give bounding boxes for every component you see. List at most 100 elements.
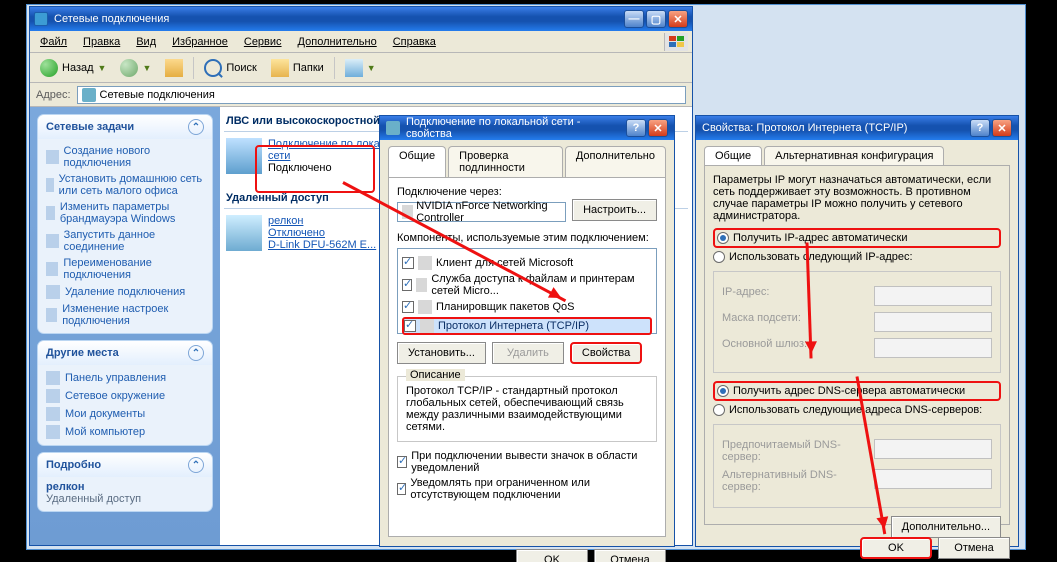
qos-icon bbox=[418, 300, 432, 314]
radio-dns-auto[interactable]: Получить адрес DNS-сервера автоматически bbox=[713, 381, 1001, 401]
menu-advanced[interactable]: Дополнительно bbox=[292, 34, 383, 50]
places-title: Другие места bbox=[46, 347, 119, 359]
task-settings[interactable]: Изменение настроек подключения bbox=[46, 303, 204, 327]
lan-cfg-icon bbox=[386, 121, 400, 135]
radio-icon[interactable] bbox=[713, 404, 725, 416]
protocol-icon bbox=[420, 319, 434, 333]
search-button[interactable]: Поиск bbox=[200, 56, 260, 80]
dun-dev[interactable]: D-Link DFU-562M E... bbox=[268, 239, 376, 251]
radio-icon[interactable] bbox=[717, 232, 729, 244]
tab-general[interactable]: Общие bbox=[704, 146, 762, 165]
cancel-button[interactable]: Отмена bbox=[938, 537, 1010, 559]
tab-advanced[interactable]: Дополнительно bbox=[565, 146, 666, 177]
documents-icon bbox=[46, 407, 60, 421]
install-button[interactable]: Установить... bbox=[397, 342, 486, 364]
checkbox-icon[interactable] bbox=[397, 483, 406, 495]
task-delete[interactable]: Удаление подключения bbox=[46, 285, 204, 299]
help-button[interactable]: ? bbox=[626, 119, 646, 137]
menu-fav[interactable]: Избранное bbox=[166, 34, 234, 50]
collapse-icon[interactable]: ⌃ bbox=[188, 345, 204, 361]
radio-icon[interactable] bbox=[717, 385, 729, 397]
folder-icon bbox=[271, 59, 289, 77]
up-button[interactable] bbox=[161, 56, 187, 80]
connect-via-label: Подключение через: bbox=[397, 186, 502, 198]
separator bbox=[334, 57, 335, 79]
task-start[interactable]: Запустить данное соединение bbox=[46, 229, 204, 253]
ok-button[interactable]: OK bbox=[860, 537, 932, 559]
checkbox-icon[interactable] bbox=[404, 320, 416, 332]
dns1-field bbox=[874, 439, 992, 459]
radio-ip-auto[interactable]: Получить IP-адрес автоматически bbox=[713, 228, 1001, 248]
component-fileshare[interactable]: Служба доступа к файлам и принтерам сете… bbox=[402, 273, 652, 297]
menu-tools[interactable]: Сервис bbox=[238, 34, 288, 50]
tab-auth[interactable]: Проверка подлинности bbox=[448, 146, 563, 177]
control-panel-icon bbox=[46, 371, 60, 385]
checkbox-icon[interactable] bbox=[402, 279, 412, 291]
properties-button[interactable]: Свойства bbox=[570, 342, 642, 364]
details-title: Подробно bbox=[46, 459, 101, 471]
ok-button[interactable]: OK bbox=[516, 549, 588, 562]
tab-altconfig[interactable]: Альтернативная конфигурация bbox=[764, 146, 944, 165]
back-button[interactable]: Назад ▼ bbox=[36, 56, 110, 80]
collapse-icon[interactable]: ⌃ bbox=[188, 119, 204, 135]
views-icon bbox=[345, 59, 363, 77]
toolbar: Назад ▼ ▼ Поиск Папки bbox=[30, 53, 692, 83]
task-firewall[interactable]: Изменить параметры брандмауэра Windows bbox=[46, 201, 204, 225]
close-button[interactable]: ✕ bbox=[992, 119, 1012, 137]
rename-icon bbox=[46, 262, 58, 276]
configure-button[interactable]: Настроить... bbox=[572, 199, 657, 221]
mask-label: Маска подсети: bbox=[722, 312, 862, 332]
maximize-button[interactable]: ▢ bbox=[646, 10, 666, 28]
address-field[interactable]: Сетевые подключения bbox=[77, 86, 686, 104]
forward-button[interactable]: ▼ bbox=[116, 56, 155, 80]
place-docs[interactable]: Мои документы bbox=[46, 407, 204, 421]
checkbox-icon[interactable] bbox=[402, 301, 414, 313]
menu-bar: Файл Правка Вид Избранное Сервис Дополни… bbox=[30, 31, 692, 53]
dun-link-l2[interactable]: Отключено bbox=[268, 227, 325, 239]
chk-tray[interactable]: При подключении вывести значок в области… bbox=[397, 450, 657, 474]
menu-help[interactable]: Справка bbox=[387, 34, 442, 50]
mask-field bbox=[874, 312, 992, 332]
component-tcpip[interactable]: Протокол Интернета (TCP/IP) bbox=[402, 317, 652, 335]
dialog-titlebar[interactable]: Свойства: Протокол Интернета (TCP/IP) ? … bbox=[696, 116, 1018, 140]
checkbox-icon[interactable] bbox=[402, 257, 414, 269]
gw-field bbox=[874, 338, 992, 358]
dns1-label: Предпочитаемый DNS-сервер: bbox=[722, 439, 862, 463]
checkbox-icon[interactable] bbox=[397, 456, 407, 468]
lan-link-l2[interactable]: сети bbox=[268, 150, 290, 162]
lan-icon bbox=[226, 138, 262, 174]
minimize-button[interactable]: — bbox=[624, 10, 644, 28]
close-button[interactable]: ✕ bbox=[648, 119, 668, 137]
radio-icon[interactable] bbox=[713, 251, 725, 263]
place-control-panel[interactable]: Панель управления bbox=[46, 371, 204, 385]
tab-general[interactable]: Общие bbox=[388, 146, 446, 177]
connection-properties-dialog: Подключение по локальной сети - свойства… bbox=[379, 115, 675, 547]
titlebar[interactable]: Сетевые подключения — ▢ ✕ bbox=[30, 7, 692, 31]
component-client[interactable]: Клиент для сетей Microsoft bbox=[402, 256, 652, 270]
forward-icon bbox=[120, 59, 138, 77]
search-label: Поиск bbox=[226, 62, 256, 74]
help-button[interactable]: ? bbox=[970, 119, 990, 137]
component-qos[interactable]: Планировщик пакетов QoS bbox=[402, 300, 652, 314]
views-button[interactable]: ▼ bbox=[341, 56, 380, 80]
place-computer[interactable]: Мой компьютер bbox=[46, 425, 204, 439]
collapse-icon[interactable]: ⌃ bbox=[188, 457, 204, 473]
computer-icon bbox=[46, 425, 60, 439]
close-button[interactable]: ✕ bbox=[668, 10, 688, 28]
task-rename[interactable]: Переименование подключения bbox=[46, 257, 204, 281]
place-network[interactable]: Сетевое окружение bbox=[46, 389, 204, 403]
folders-button[interactable]: Папки bbox=[267, 56, 328, 80]
cancel-button[interactable]: Отмена bbox=[594, 549, 666, 562]
menu-edit[interactable]: Правка bbox=[77, 34, 126, 50]
task-home-network[interactable]: Установить домашнюю сеть или сеть малого… bbox=[46, 173, 204, 197]
task-new-connection[interactable]: Создание нового подключения bbox=[46, 145, 204, 169]
chk-alert[interactable]: Уведомлять при ограниченном или отсутств… bbox=[397, 477, 657, 501]
radio-dns-manual[interactable]: Использовать следующие адреса DNS-сервер… bbox=[713, 404, 1001, 416]
dialog-titlebar[interactable]: Подключение по локальной сети - свойства… bbox=[380, 116, 674, 140]
menu-file[interactable]: Файл bbox=[34, 34, 73, 50]
dun-link[interactable]: релкон bbox=[268, 215, 303, 227]
client-icon bbox=[418, 256, 432, 270]
advanced-button[interactable]: Дополнительно... bbox=[891, 516, 1001, 538]
radio-ip-manual[interactable]: Использовать следующий IP-адрес: bbox=[713, 251, 1001, 263]
menu-view[interactable]: Вид bbox=[130, 34, 162, 50]
